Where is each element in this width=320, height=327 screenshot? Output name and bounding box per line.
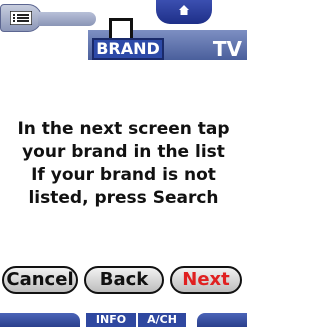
instruction-message: In the next screen tap your brand in the… xyxy=(0,118,247,210)
home-icon xyxy=(179,5,189,15)
info-button[interactable]: INFO xyxy=(86,313,136,327)
message-line: your brand in the list xyxy=(22,142,225,162)
remote-screen: BRAND TV In the next screen tap your bra… xyxy=(0,0,247,327)
message-line: If your brand is not xyxy=(31,165,216,185)
device-frame-icon xyxy=(109,18,133,40)
device-label: TV xyxy=(212,37,242,61)
message-line: listed, press Search xyxy=(28,188,219,208)
message-line: In the next screen tap xyxy=(17,119,230,139)
top-bar: BRAND TV xyxy=(0,0,247,61)
home-button[interactable] xyxy=(156,0,212,24)
menu-list-icon xyxy=(10,11,32,25)
next-button[interactable]: Next xyxy=(170,266,242,294)
top-decor-bar xyxy=(38,12,96,26)
ach-button[interactable]: A/CH xyxy=(138,313,186,327)
bottom-right-segment xyxy=(197,313,247,327)
back-button[interactable]: Back xyxy=(84,266,164,294)
cancel-button[interactable]: Cancel xyxy=(2,266,78,294)
bottom-left-segment xyxy=(0,313,80,327)
menu-button[interactable] xyxy=(0,4,42,32)
brand-tab[interactable]: BRAND xyxy=(92,38,164,60)
bottom-bar: INFO A/CH xyxy=(0,313,247,327)
